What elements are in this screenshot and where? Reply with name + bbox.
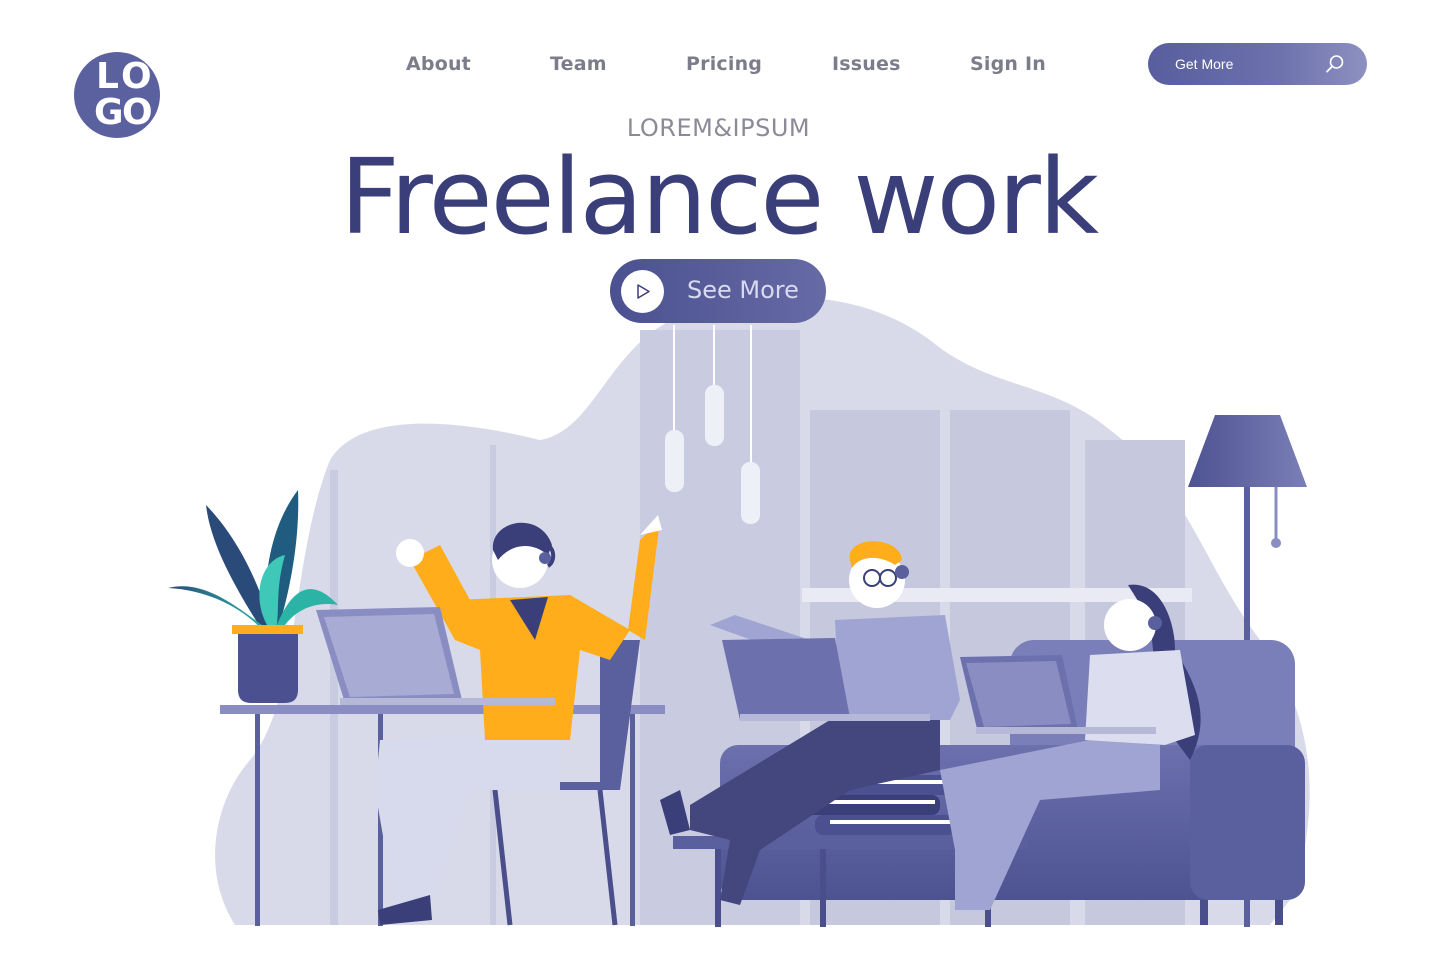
laptop-base [976, 727, 1156, 734]
desk-top [220, 705, 665, 714]
play-icon [637, 284, 650, 299]
plant-pot-rim [232, 625, 303, 634]
window-frame [330, 470, 338, 925]
laptop-screen [722, 638, 850, 720]
woman-head [1104, 599, 1156, 651]
plant-pot [238, 634, 298, 703]
book [815, 815, 955, 835]
laptop-base [340, 698, 555, 705]
sofa-arm [1190, 745, 1305, 900]
pendant-lamp [665, 430, 684, 492]
freelance-illustration [168, 297, 1310, 927]
play-button-circle[interactable] [621, 270, 664, 313]
pendant-lamp [741, 462, 760, 524]
man-2-torso [835, 615, 960, 720]
pendant-lamp [705, 385, 724, 446]
laptop-base [740, 714, 930, 721]
see-more-label: See More [687, 276, 799, 304]
floor-lamp-shade [1188, 415, 1307, 487]
see-more-button[interactable]: See More [610, 259, 826, 323]
